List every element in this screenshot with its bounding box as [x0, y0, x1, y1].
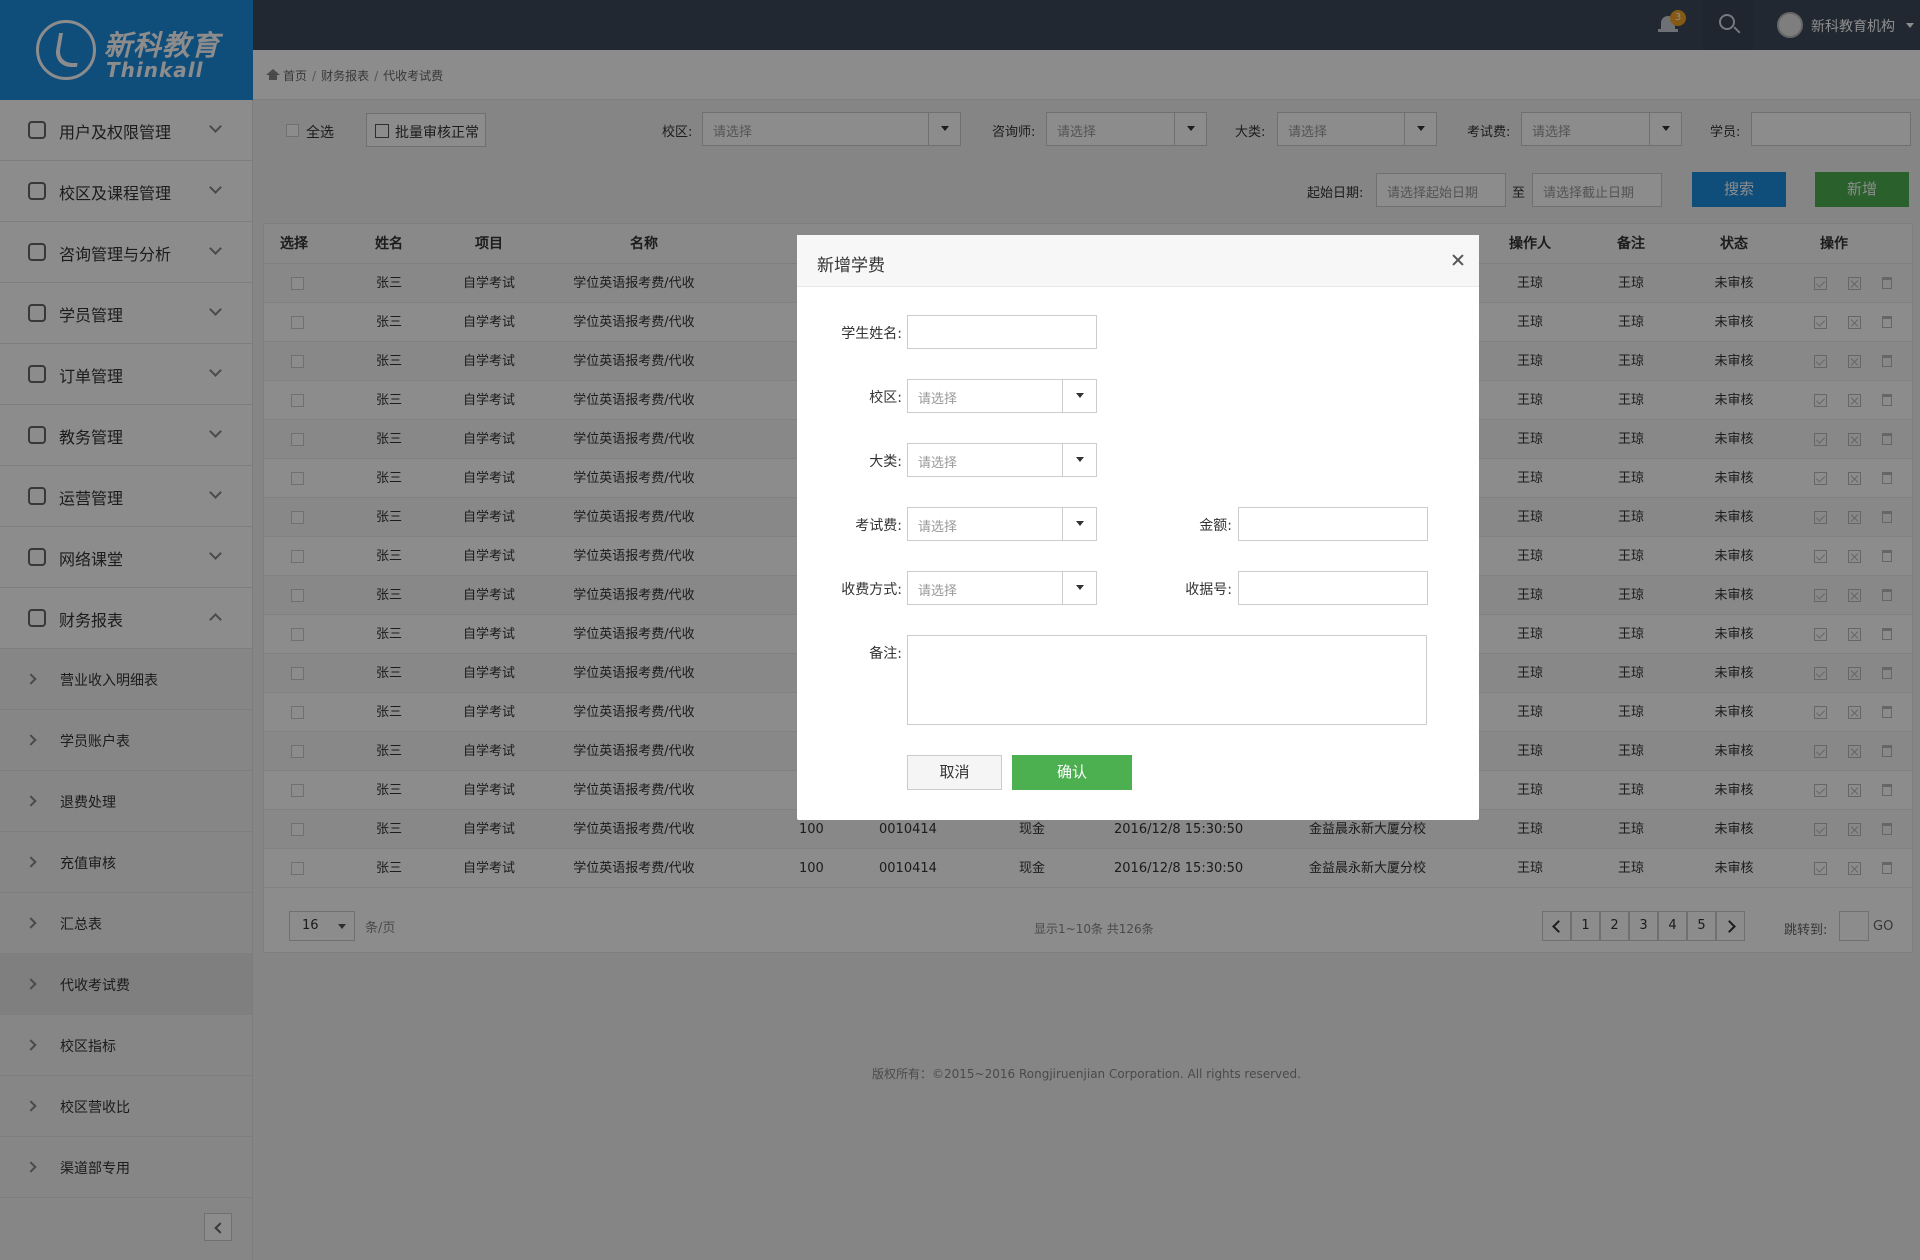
payment-method-label: 收费方式:	[841, 582, 902, 598]
payment-method-select[interactable]: 请选择	[907, 571, 1097, 605]
category-select[interactable]: 请选择	[907, 443, 1097, 477]
exam-fee-select[interactable]: 请选择	[907, 507, 1097, 541]
exam-fee-label: 考试费:	[855, 518, 902, 534]
campus-select[interactable]: 请选择	[907, 379, 1097, 413]
chevron-down-icon	[1062, 508, 1096, 540]
remark-textarea[interactable]	[907, 635, 1427, 725]
add-fee-modal: 新增学费 学生姓名: 校区: 请选择 大类: 请选择 考试费: 请选择 金额: …	[797, 235, 1479, 820]
close-icon[interactable]	[1451, 253, 1465, 267]
campus-label: 校区:	[869, 390, 902, 406]
receipt-number-label: 收据号:	[1185, 582, 1232, 598]
chevron-down-icon	[1062, 380, 1096, 412]
remark-label: 备注:	[869, 646, 902, 662]
modal-title: 新增学费	[817, 256, 885, 276]
receipt-number-input[interactable]	[1238, 571, 1428, 605]
confirm-button[interactable]: 确认	[1012, 755, 1132, 790]
category-label: 大类:	[869, 454, 902, 470]
student-name-input[interactable]	[907, 315, 1097, 349]
chevron-down-icon	[1062, 444, 1096, 476]
amount-input[interactable]	[1238, 507, 1428, 541]
modal-header: 新增学费	[797, 235, 1479, 287]
student-name-label: 学生姓名:	[841, 326, 902, 342]
cancel-button[interactable]: 取消	[907, 755, 1002, 790]
amount-label: 金额:	[1199, 518, 1232, 534]
chevron-down-icon	[1062, 572, 1096, 604]
